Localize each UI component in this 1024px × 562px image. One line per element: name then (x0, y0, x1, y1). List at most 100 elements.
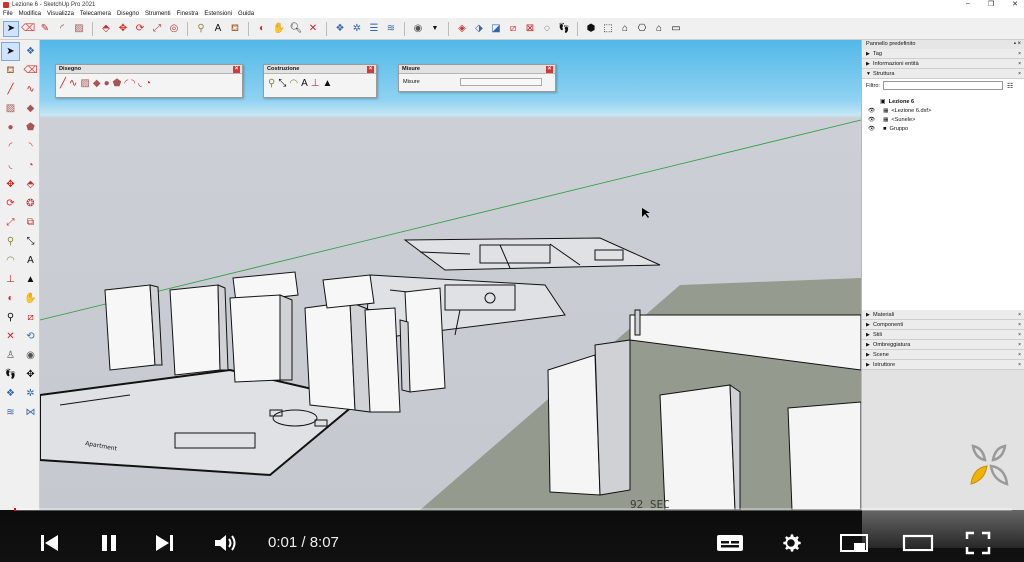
axes-icon[interactable]: ⊥ (311, 78, 320, 89)
section-cut-icon[interactable]: ⬗ (472, 22, 486, 36)
close-icon[interactable]: × (546, 66, 553, 73)
circle-icon[interactable]: ● (2, 119, 19, 136)
followme-icon[interactable]: ❂ (22, 195, 39, 212)
pause-button[interactable] (94, 527, 124, 559)
close-icon[interactable]: × (1018, 330, 1021, 340)
pie-icon[interactable]: ◔ (22, 157, 39, 174)
eye-icon[interactable]: 👁︎ (868, 117, 875, 123)
close-icon[interactable]: × (1018, 49, 1021, 59)
close-icon[interactable]: × (233, 66, 240, 73)
rectangle-icon[interactable]: ▨ (80, 78, 89, 89)
select-tool-icon[interactable]: ➤ (1, 42, 20, 61)
zoom-window-icon[interactable]: ⧄ (22, 309, 39, 326)
rotated-rect-icon[interactable]: ◆ (93, 78, 101, 89)
pushpull-tool-icon[interactable]: ⬘ (22, 176, 39, 193)
xray-icon[interactable]: ⊠ (523, 22, 537, 36)
close-icon[interactable]: × (1018, 69, 1021, 79)
tray-scene[interactable]: ▶ Scene × (862, 350, 1024, 360)
settings-button[interactable] (775, 527, 809, 559)
warehouse-icon[interactable]: ❖ (333, 22, 347, 36)
two-point-arc-icon[interactable]: ◝ (22, 138, 39, 155)
layout-icon[interactable]: ⋈ (22, 404, 39, 421)
arc-icon[interactable]: ◜ (55, 22, 69, 36)
zoom-icon[interactable]: 🔍︎ (289, 22, 303, 36)
two-point-arc-icon[interactable]: ◝ (131, 78, 135, 89)
rotate-icon[interactable]: ⟳ (133, 22, 147, 36)
tray-tag[interactable]: ▶ Tag × (862, 49, 1024, 59)
section-plane-icon[interactable]: ◈ (455, 22, 469, 36)
three-point-arc-icon[interactable]: ◟ (138, 78, 142, 89)
styles-icon[interactable]: ≋ (384, 22, 398, 36)
fullscreen-button[interactable] (960, 527, 996, 559)
menu-disegno[interactable]: Disegno (117, 11, 139, 17)
polygon-icon[interactable]: ⬟ (113, 78, 122, 89)
extension-tool-icon[interactable]: ✲ (22, 385, 39, 402)
pie-icon[interactable]: ◔ (145, 78, 151, 89)
orbit-icon[interactable]: ◐ (255, 22, 269, 36)
component-icon[interactable]: ❖ (22, 43, 39, 60)
eraser-icon[interactable]: ⌫ (21, 22, 35, 36)
arc-tool-icon[interactable]: ◜ (2, 138, 19, 155)
move-tool-icon[interactable]: ✥ (2, 176, 19, 193)
volume-button[interactable] (210, 527, 242, 559)
progress-bar[interactable] (14, 508, 1012, 511)
outliner-item[interactable]: 👁︎ ▦ <Lezione 6.dxf> (862, 106, 1024, 115)
close-icon[interactable]: × (367, 66, 374, 73)
pan-icon[interactable]: ✋ (272, 22, 286, 36)
eye-icon[interactable]: 👁︎ (868, 108, 875, 114)
rectangle-icon[interactable]: ▨ (72, 22, 86, 36)
back-view-icon[interactable]: ⌂ (652, 22, 666, 36)
freehand-icon[interactable]: ∿ (22, 81, 39, 98)
close-icon[interactable]: × (1018, 340, 1021, 350)
text-icon[interactable]: A (301, 78, 308, 89)
tray-stili[interactable]: ▶ Stili × (862, 330, 1024, 340)
outliner-item[interactable]: 👁︎ ■ Gruppo (862, 124, 1024, 133)
close-icon[interactable]: × (1018, 59, 1021, 69)
zoom-extents-icon[interactable]: ✕ (306, 22, 320, 36)
circle-icon[interactable]: ● (104, 78, 110, 89)
tape-icon[interactable]: ⚲ (268, 78, 275, 89)
chevron-down-icon[interactable]: ▼ (428, 22, 442, 36)
user-icon[interactable]: ◉ (411, 22, 425, 36)
offset-tool-icon[interactable]: ⧉ (22, 214, 39, 231)
top-view-icon[interactable]: ⬚ (601, 22, 615, 36)
scale-tool-icon[interactable]: ⤢ (2, 214, 19, 231)
footprint-icon[interactable]: 👣︎ (557, 22, 571, 36)
select-arrow-icon[interactable]: ➤ (3, 20, 19, 37)
section-plane-tool-icon[interactable]: ✥ (22, 366, 39, 383)
tray-entity-info[interactable]: ▶ Informazioni entità × (862, 59, 1024, 69)
sandbox-icon[interactable]: ≋ (2, 404, 19, 421)
close-button[interactable]: ✕ (1012, 0, 1018, 8)
axes-icon[interactable]: ⊥ (2, 271, 19, 288)
eraser-tool-icon[interactable]: ⌫ (22, 62, 39, 79)
paint-icon[interactable]: ⛾ (228, 22, 242, 36)
walk-icon[interactable]: 👣︎ (2, 366, 19, 383)
dimension-icon[interactable]: ⤡ (278, 78, 286, 89)
close-icon[interactable]: × (1018, 320, 1021, 330)
miniplayer-button[interactable] (836, 527, 872, 559)
misure-input[interactable] (459, 78, 542, 86)
outliner-item[interactable]: 👁︎ ▦ <Sunele> (862, 115, 1024, 124)
iso-view-icon[interactable]: ⬢ (584, 22, 598, 36)
tray-outliner[interactable]: ▼ Struttura × (862, 69, 1024, 79)
eye-icon[interactable]: 👁︎ (868, 126, 875, 132)
menu-file[interactable]: File (3, 11, 13, 17)
front-view-icon[interactable]: ⌂ (618, 22, 632, 36)
offset-icon[interactable]: ◎ (167, 22, 181, 36)
protractor-icon[interactable]: ◠ (2, 252, 19, 269)
arc-icon[interactable]: ◜ (124, 78, 128, 89)
close-icon[interactable]: ▪ × (1014, 40, 1021, 49)
freehand-icon[interactable]: ∿ (69, 78, 77, 89)
next-button[interactable] (150, 527, 180, 559)
menu-finestra[interactable]: Finestra (177, 11, 199, 17)
pencil-icon[interactable]: ✎ (38, 22, 52, 36)
protractor-icon[interactable]: ◠ (289, 78, 298, 89)
menu-modifica[interactable]: Modifica (19, 11, 41, 17)
tray-materiali[interactable]: ▶ Materiali × (862, 310, 1024, 320)
close-icon[interactable]: × (1018, 310, 1021, 320)
theater-mode-button[interactable] (898, 527, 938, 559)
tray-istruttore[interactable]: ▶ Istruttore × (862, 360, 1024, 370)
rotated-rect-icon[interactable]: ◆ (22, 100, 39, 117)
3d-text-icon[interactable]: ▲ (22, 271, 39, 288)
menu-estensioni[interactable]: Estensioni (204, 11, 232, 17)
